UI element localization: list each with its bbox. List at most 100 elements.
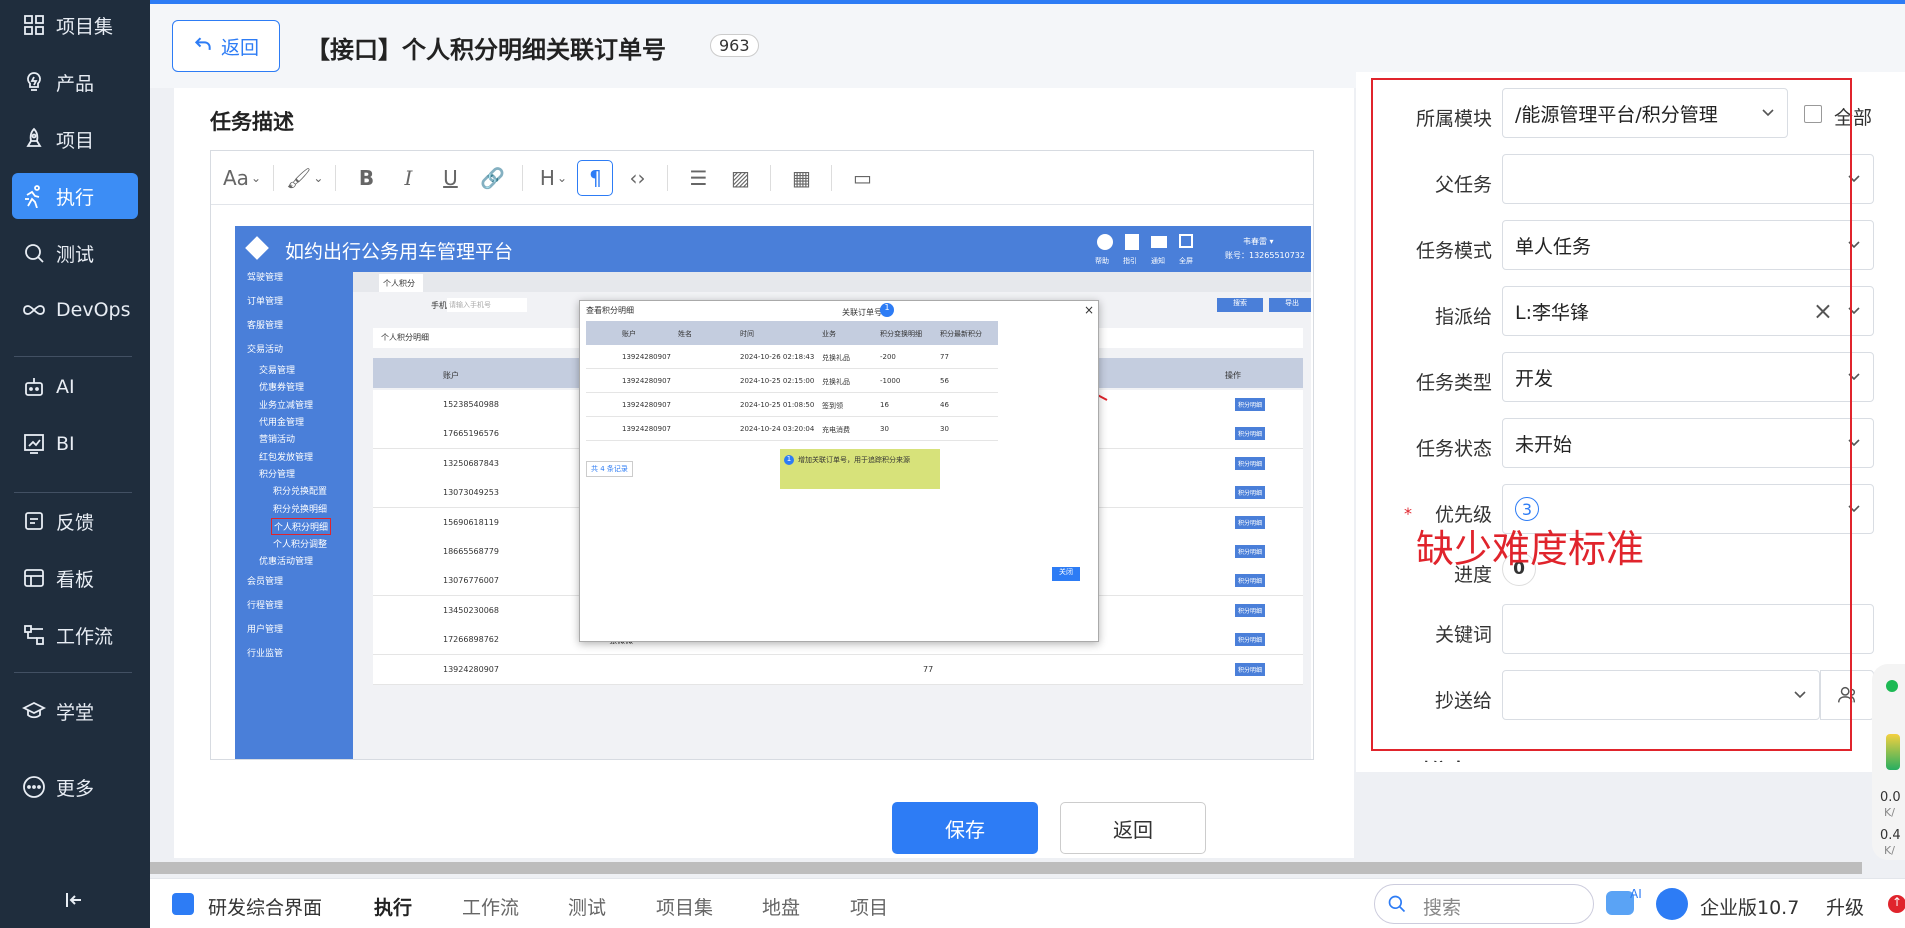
- screenshot-sidebar: 驾驶管理 订单管理 客服管理 交易活动 交易管理 优惠券管理 业务立减管理 代用…: [235, 272, 353, 759]
- menu-item: 订单管理: [247, 297, 284, 307]
- dialog-col-header: 积分变换明细: [880, 330, 922, 338]
- points-detail-dialog: 查看积分明细 关联订单号 1 × 账户 姓名 时间 业务 积分变换明细 积分最新积分 13…: [579, 300, 1099, 642]
- bottom-tab-execution[interactable]: 执行: [374, 893, 412, 920]
- tab-bar: [353, 272, 1311, 292]
- task-id-badge: 963: [710, 34, 759, 57]
- bold-button[interactable]: B: [348, 160, 384, 196]
- menu-item: 交易管理: [259, 366, 296, 376]
- bottom-tab-program[interactable]: 项目集: [656, 893, 713, 920]
- help-icon: [1097, 234, 1113, 250]
- more-icon: [23, 776, 45, 798]
- paint-icon[interactable]: 🖌 ⌄: [286, 160, 323, 196]
- help-label: 帮助: [1095, 257, 1109, 265]
- search-placeholder: 搜索: [1423, 897, 1462, 919]
- cell-account: 13073049253: [443, 488, 499, 498]
- bottom-tab-workflow[interactable]: 工作流: [462, 893, 519, 920]
- sidebar-item-test[interactable]: 测试: [12, 230, 138, 276]
- widget-unit-2: K/: [1884, 844, 1895, 857]
- search-input[interactable]: 搜索: [1374, 884, 1594, 924]
- search-bug-icon: [25, 244, 44, 263]
- paragraph-icon[interactable]: ¶: [577, 159, 614, 196]
- underline-button[interactable]: U: [432, 160, 468, 196]
- sidebar-item-feedback[interactable]: 反馈: [12, 498, 138, 544]
- font-size-button[interactable]: Aa ⌄: [223, 160, 261, 196]
- app-switch-icon[interactable]: [172, 893, 194, 915]
- italic-button[interactable]: I: [390, 160, 426, 196]
- return-button[interactable]: 返回: [1060, 802, 1206, 854]
- dialog-cell: 13924280907: [622, 377, 671, 385]
- table-icon[interactable]: ▦: [783, 160, 819, 196]
- menu-item: 用户管理: [247, 625, 284, 635]
- cell-account: 13076776007: [443, 576, 499, 586]
- app-logo: [245, 236, 269, 260]
- upgrade-label[interactable]: 升级: [1826, 893, 1864, 920]
- menu-item: 积分兑换明细: [273, 505, 328, 515]
- sidebar-item-product[interactable]: 产品: [12, 59, 138, 105]
- back-button[interactable]: 返回: [172, 20, 280, 72]
- sidebar-item-school[interactable]: 学堂: [12, 688, 138, 734]
- bottom-tab-project[interactable]: 项目: [850, 893, 888, 920]
- sidebar-item-more[interactable]: 更多: [12, 764, 138, 810]
- sidebar-item-ai[interactable]: AI: [12, 364, 138, 410]
- dialog-row: 13924280907 2024-10-25 01:08:50 签到领 16 46: [586, 393, 998, 417]
- link-icon[interactable]: 🔗: [474, 160, 510, 196]
- dialog-table-header: [586, 321, 998, 345]
- rocket-icon: [26, 127, 42, 147]
- dialog-cell: 13924280907: [622, 401, 671, 409]
- heading-button[interactable]: H ⌄: [535, 160, 571, 196]
- list-icon[interactable]: ☰: [680, 160, 716, 196]
- save-button[interactable]: 保存: [892, 802, 1038, 854]
- tooltip-text: 增加关联订单号，用于追踪积分来源: [798, 456, 910, 464]
- annotation-box: [1371, 78, 1852, 751]
- rich-text-editor[interactable]: Aa ⌄ 🖌 ⌄ B I U 🔗 H ⌄ ¶ ‹› ☰ ▨ ▦ ▭ 如约出行公务用车管…: [210, 150, 1314, 760]
- collapse-left-icon[interactable]: [62, 888, 86, 912]
- annotation-text: 缺少难度标准: [1416, 527, 1645, 571]
- detail-button: 积分明细: [1235, 574, 1266, 588]
- bottom-tab-dashboard[interactable]: 地盘: [762, 893, 800, 920]
- sidebar-item-kanban[interactable]: 看板: [12, 555, 138, 601]
- guide-label: 指引: [1123, 257, 1137, 265]
- horizontal-scrollbar[interactable]: [150, 862, 1862, 874]
- back-arrow-icon: [193, 34, 213, 59]
- user-name: 韦春雷 ▾: [1243, 237, 1274, 246]
- reset-btn: 导出: [1269, 298, 1311, 312]
- sidebar-item-bi[interactable]: BI: [12, 421, 138, 467]
- detail-button: 积分明细: [1235, 603, 1266, 617]
- sidebar-item-label: 项目: [56, 129, 95, 152]
- dialog-close-button: 关闭: [1052, 567, 1080, 581]
- code-icon[interactable]: ‹›: [619, 160, 655, 196]
- sidebar-item-devops[interactable]: DevOps: [12, 287, 138, 333]
- cell-account: 15690618119: [443, 517, 499, 527]
- bottom-tab-test[interactable]: 测试: [568, 893, 606, 920]
- sidebar-item-workflow[interactable]: 工作流: [12, 612, 138, 658]
- board-icon: [24, 569, 44, 587]
- upgrade-icon[interactable]: ↑: [1888, 895, 1905, 913]
- sidebar-item-execution[interactable]: 执行: [12, 173, 138, 219]
- cell-account: 13924280907: [443, 664, 499, 674]
- dialog-row: 13924280907 2024-10-25 02:15:00 兑换礼品 -1000 5…: [586, 369, 998, 393]
- app-switch-label[interactable]: 研发综合界面: [208, 893, 322, 920]
- dialog-cell: 13924280907: [622, 425, 671, 433]
- menu-item: 业务立减管理: [259, 401, 314, 411]
- image-icon[interactable]: ▨: [722, 160, 758, 196]
- col-action: 操作: [1225, 371, 1241, 380]
- notify-label: 通知: [1151, 257, 1165, 265]
- detail-button: 积分明细: [1235, 633, 1266, 647]
- sidebar-item-label: 产品: [56, 72, 95, 95]
- menu-item: 优惠券管理: [259, 383, 305, 393]
- bottom-bar: 研发综合界面 执行 工作流 测试 项目集 地盘 项目 搜索 AI 企业版10.7…: [150, 878, 1905, 928]
- menu-item: 客服管理: [247, 321, 284, 331]
- sidebar-item-project[interactable]: 项目: [12, 116, 138, 162]
- guide-icon: [1125, 234, 1139, 250]
- dialog-col-header: 姓名: [678, 330, 692, 338]
- dialog-cell: 兑换礼品: [822, 378, 850, 386]
- menu-item: 驾驶管理: [247, 273, 284, 283]
- sidebar-item-program[interactable]: 项目集: [12, 2, 138, 48]
- network-widget: 0.0 K/ 0.4 K/: [1872, 664, 1905, 860]
- worktime-section-label: 工时信息: [1392, 756, 1468, 762]
- screenshot-header: 如约出行公务用车管理平台 帮助 指引 通知 全屏 韦春雷 ▾ 账号：132655…: [235, 226, 1311, 272]
- workflow-icon: [24, 625, 44, 645]
- layout-icon[interactable]: ▭: [844, 160, 880, 196]
- dialog-col-header: 时间: [740, 330, 754, 338]
- sidebar-divider: [14, 356, 132, 357]
